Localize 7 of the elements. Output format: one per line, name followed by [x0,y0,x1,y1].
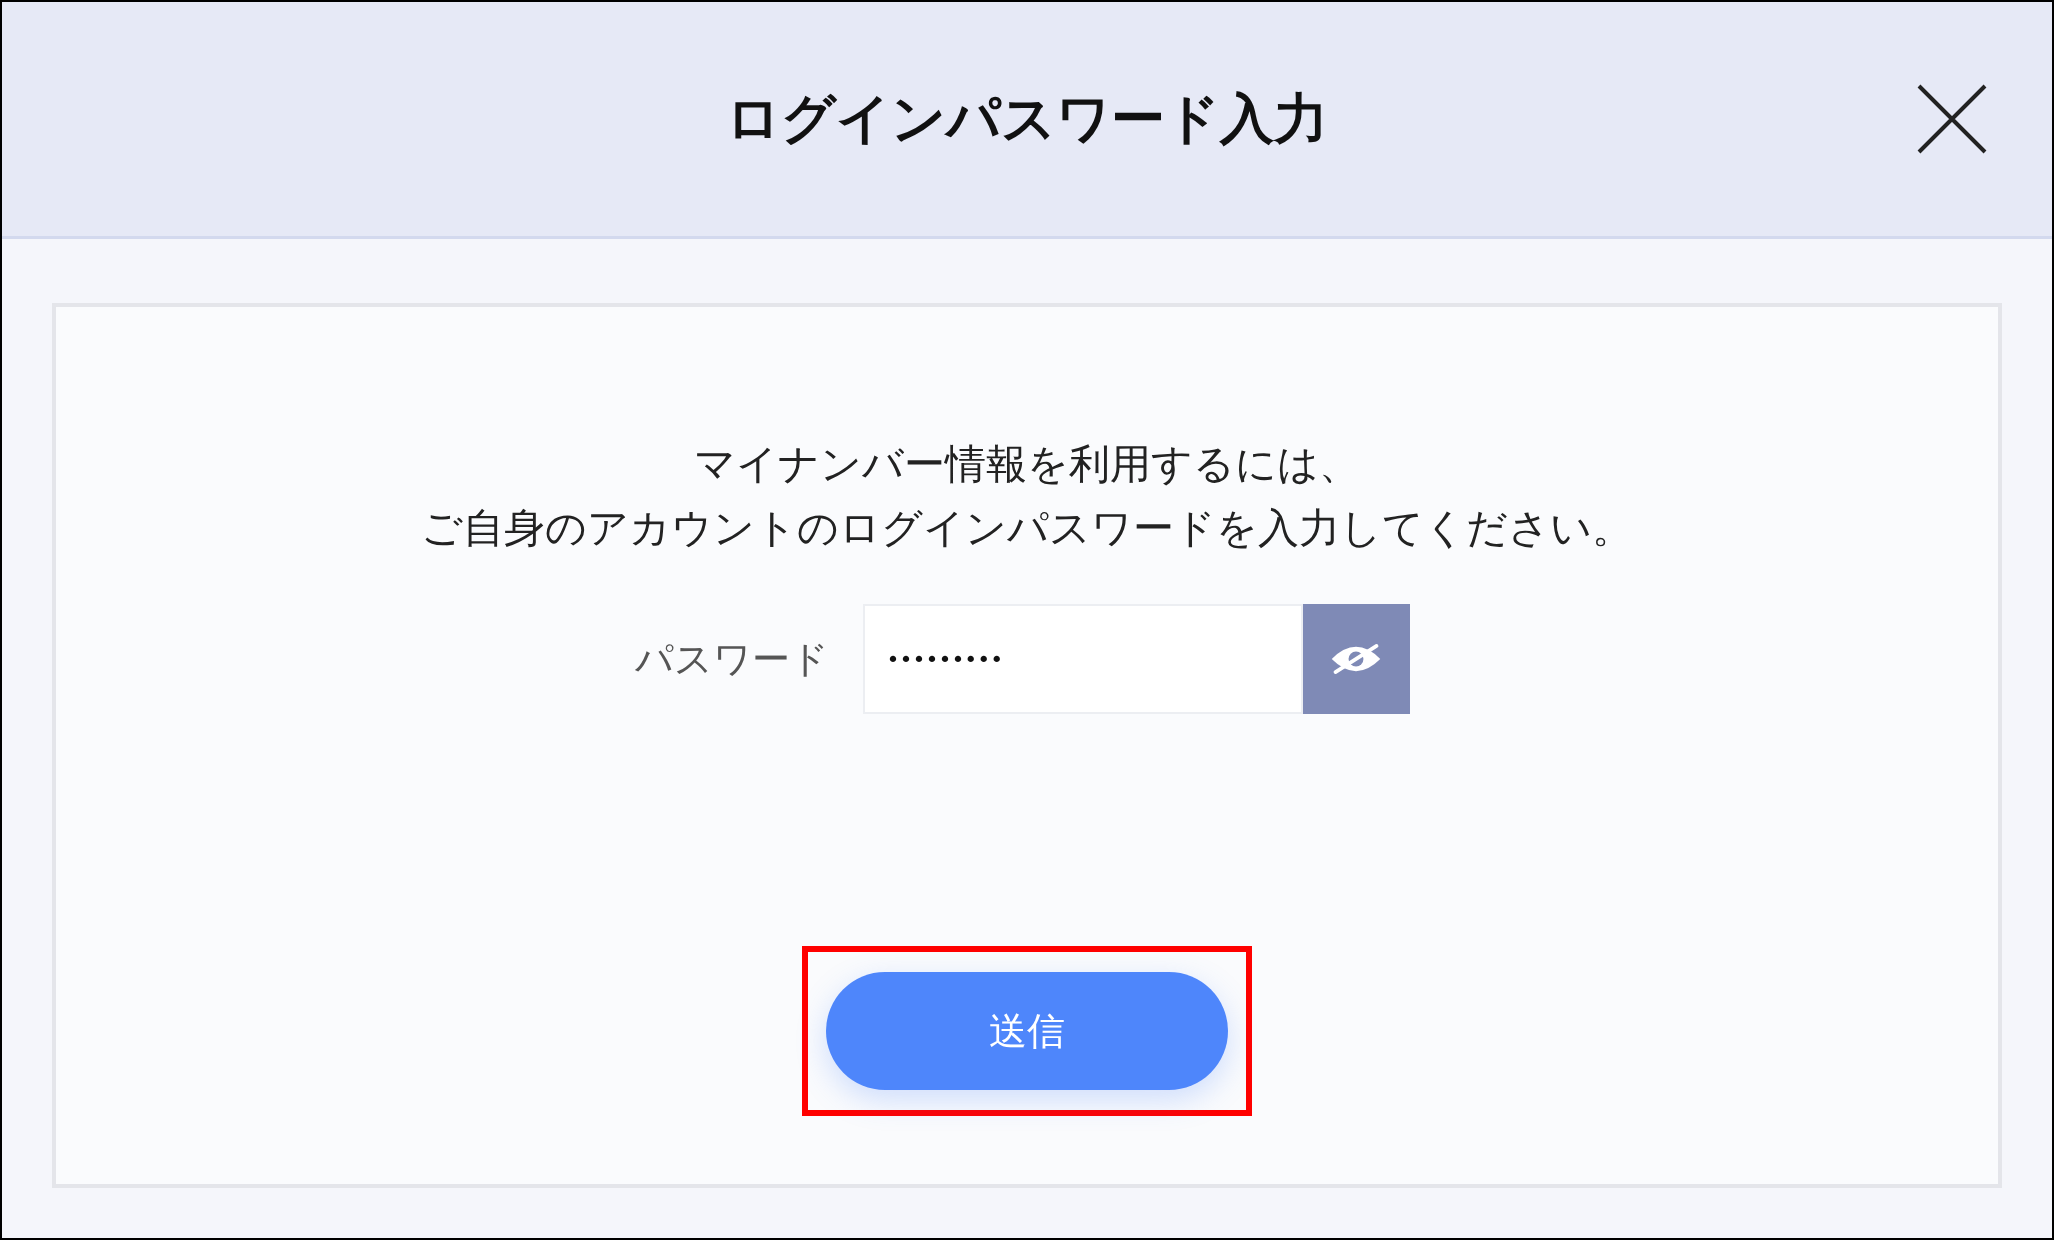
instruction-text: マイナンバー情報を利用するには、 [693,439,1361,490]
password-field[interactable]: ••••••••• [862,604,1303,714]
dialog-title: ログインパスワード入力 [725,85,1329,152]
instruction-text: ご自身のアカウントのログインパスワードを入力してください。 [421,503,1633,554]
close-icon[interactable] [1917,84,1987,154]
password-label: パスワード [634,635,829,683]
visibility-toggle-button[interactable] [1302,604,1410,714]
